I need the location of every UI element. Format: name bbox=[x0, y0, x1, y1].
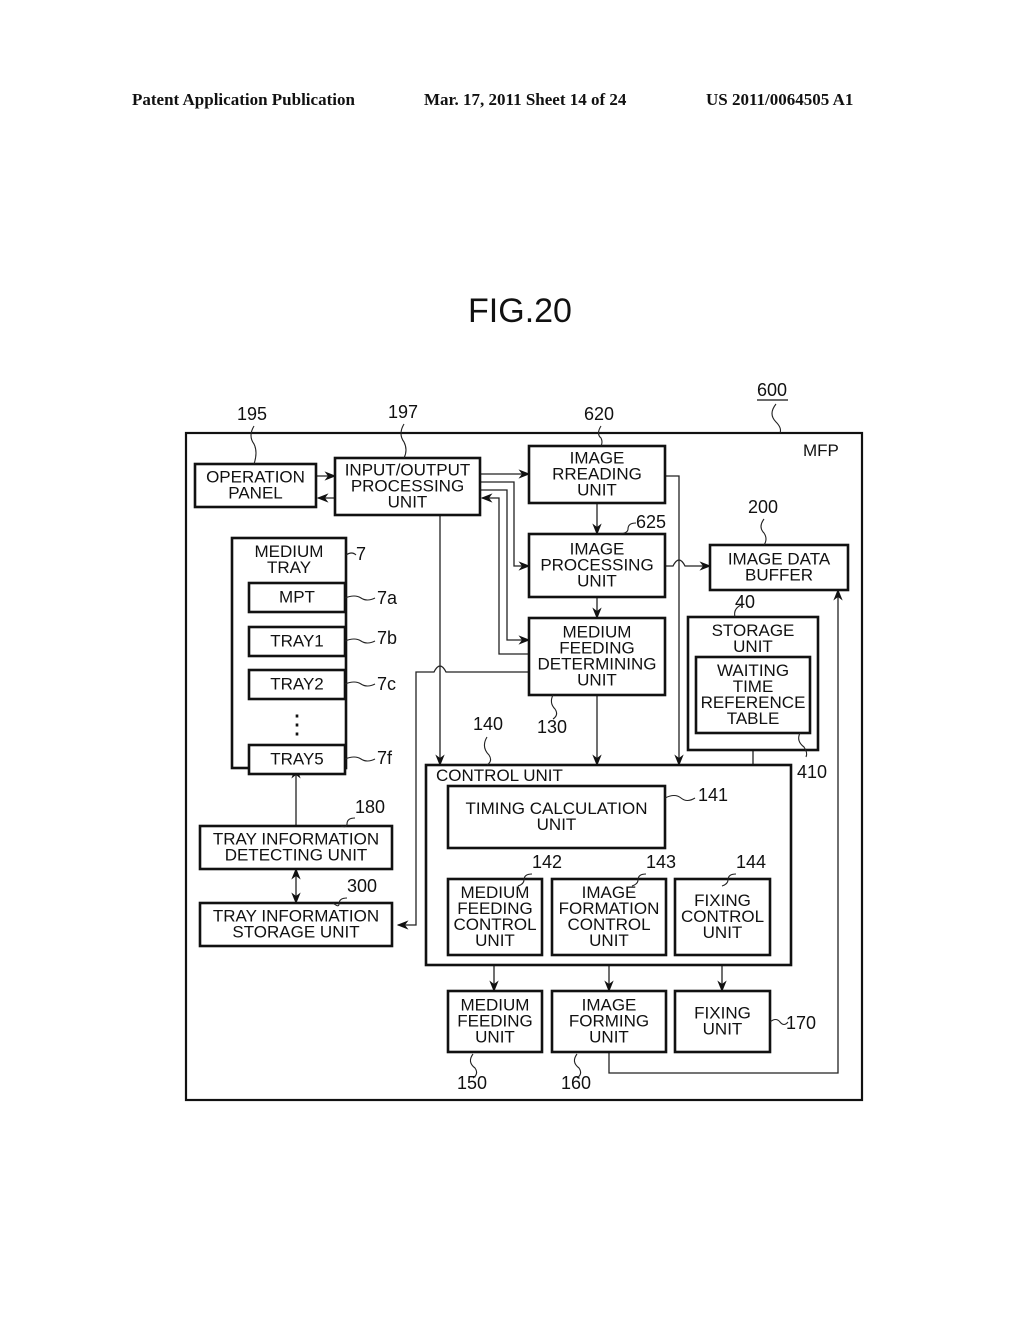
medium-feeding-unit-label: UNIT bbox=[475, 1028, 515, 1047]
io-processing-ref-number: 197 bbox=[388, 402, 418, 422]
image-reading-block: IMAGERREADINGUNIT620 bbox=[527, 404, 667, 505]
tray2-label: TRAY2 bbox=[270, 675, 324, 694]
image-formation-control-label: UNIT bbox=[589, 931, 629, 950]
tray-ellipsis: ⋮ bbox=[284, 709, 310, 739]
tray1-ref-number: 7b bbox=[377, 628, 397, 648]
block-diagram: 600 MFP MEDIUMTRAY7STORAGEUNIT40CONTROL … bbox=[184, 380, 864, 1102]
image-processing-ref-number: 625 bbox=[636, 512, 666, 532]
image-forming-unit-block: IMAGEFORMINGUNIT160 bbox=[550, 989, 668, 1093]
waiting-time-table-ref-number: 410 bbox=[797, 762, 827, 782]
image-data-buffer-ref-number: 200 bbox=[748, 497, 778, 517]
tray5-block: TRAY5 7f bbox=[247, 743, 393, 776]
image-processing-label: UNIT bbox=[577, 572, 617, 591]
storage-unit-label: UNIT bbox=[733, 637, 773, 656]
control-unit-label: CONTROL UNIT bbox=[436, 766, 563, 785]
arrow-io-to-image-processing bbox=[480, 481, 531, 571]
operation-panel-label: PANEL bbox=[228, 484, 283, 503]
medium-tray-ref-number: 7 bbox=[356, 544, 366, 564]
tray2-leader-line bbox=[344, 681, 376, 687]
io-processing-leader-line bbox=[400, 423, 407, 459]
tray-info-storage-label: STORAGE UNIT bbox=[232, 923, 359, 942]
medium-feeding-control-label: UNIT bbox=[475, 931, 515, 950]
tray2-block: TRAY2 7c bbox=[247, 668, 396, 701]
image-data-buffer-label: BUFFER bbox=[745, 566, 813, 585]
storage-unit-ref-number: 40 bbox=[735, 592, 755, 612]
mpt-block: MPT 7a bbox=[247, 581, 398, 614]
tray1-leader-line bbox=[344, 638, 376, 644]
mpt-leader-line bbox=[344, 595, 376, 601]
image-reading-label: UNIT bbox=[577, 481, 617, 500]
timing-calculation-label: UNIT bbox=[537, 815, 577, 834]
image-processing-leader-line bbox=[619, 522, 637, 535]
mpt-label: MPT bbox=[279, 588, 315, 607]
image-data-buffer-block: IMAGE DATABUFFER200 bbox=[708, 497, 850, 592]
medium-feeding-control-ref-number: 142 bbox=[532, 852, 562, 872]
arrow-io-to-feeding-determining bbox=[480, 489, 531, 645]
mfp-leader bbox=[771, 403, 782, 434]
medium-feeding-unit-ref-number: 150 bbox=[457, 1073, 487, 1093]
tray5-label: TRAY5 bbox=[270, 750, 324, 769]
operation-panel-ref-number: 195 bbox=[237, 404, 267, 424]
image-reading-ref-number: 620 bbox=[584, 404, 614, 424]
tray2-ref-number: 7c bbox=[377, 674, 396, 694]
mfp-label: MFP bbox=[803, 441, 839, 460]
tray5-leader-line bbox=[344, 756, 376, 762]
medium-feeding-determining-leader-line bbox=[550, 694, 558, 720]
medium-feeding-determining-label: UNIT bbox=[577, 671, 617, 690]
fixing-unit-label: UNIT bbox=[703, 1020, 743, 1039]
medium-tray-label: TRAY bbox=[267, 558, 311, 577]
io-processing-label: UNIT bbox=[388, 493, 428, 512]
operation-panel-block: OPERATIONPANEL195 bbox=[193, 404, 318, 509]
tray-info-detecting-ref-number: 180 bbox=[355, 797, 385, 817]
mfp-ref-number: 600 bbox=[757, 380, 787, 400]
image-data-buffer-leader-line bbox=[760, 518, 767, 546]
waiting-time-table-label: TABLE bbox=[727, 709, 780, 728]
arrow-processing-to-buffer bbox=[665, 559, 712, 571]
tray1-block: TRAY1 7b bbox=[247, 625, 397, 658]
arrow-feeding-determining-to-io bbox=[480, 493, 529, 655]
operation-panel-leader-line bbox=[250, 425, 257, 465]
medium-tray-leader-line bbox=[345, 552, 357, 556]
fixing-control-ref-number: 144 bbox=[736, 852, 766, 872]
fixing-control-label: UNIT bbox=[703, 923, 743, 942]
io-processing-block: INPUT/OUTPUTPROCESSINGUNIT197 bbox=[333, 402, 482, 517]
image-formation-control-ref-number: 143 bbox=[646, 852, 676, 872]
image-forming-unit-ref-number: 160 bbox=[561, 1073, 591, 1093]
fixing-unit-block: FIXINGUNIT 170 bbox=[673, 989, 816, 1054]
tray1-label: TRAY1 bbox=[270, 632, 324, 651]
fixing-unit-ref-number: 170 bbox=[786, 1013, 816, 1033]
arrow-reading-to-control bbox=[665, 475, 684, 767]
timing-calculation-ref-number: 141 bbox=[698, 785, 728, 805]
tray-info-detecting-label: DETECTING UNIT bbox=[225, 846, 368, 865]
mpt-ref-number: 7a bbox=[377, 588, 398, 608]
control-unit-leader-line bbox=[483, 736, 492, 766]
blocks: MEDIUMTRAY7STORAGEUNIT40CONTROL UNIT140O… bbox=[193, 402, 850, 1093]
control-unit-ref-number: 140 bbox=[473, 714, 503, 734]
tray-info-storage-ref-number: 300 bbox=[347, 876, 377, 896]
medium-feeding-unit-block: MEDIUMFEEDINGUNIT150 bbox=[446, 989, 544, 1093]
tray5-ref-number: 7f bbox=[377, 748, 393, 768]
medium-feeding-determining-ref-number: 130 bbox=[537, 717, 567, 737]
image-forming-unit-label: UNIT bbox=[589, 1028, 629, 1047]
waiting-time-table-block: WAITINGTIMEREFERENCETABLE410 bbox=[694, 655, 827, 782]
image-reading-leader-line bbox=[597, 425, 603, 447]
